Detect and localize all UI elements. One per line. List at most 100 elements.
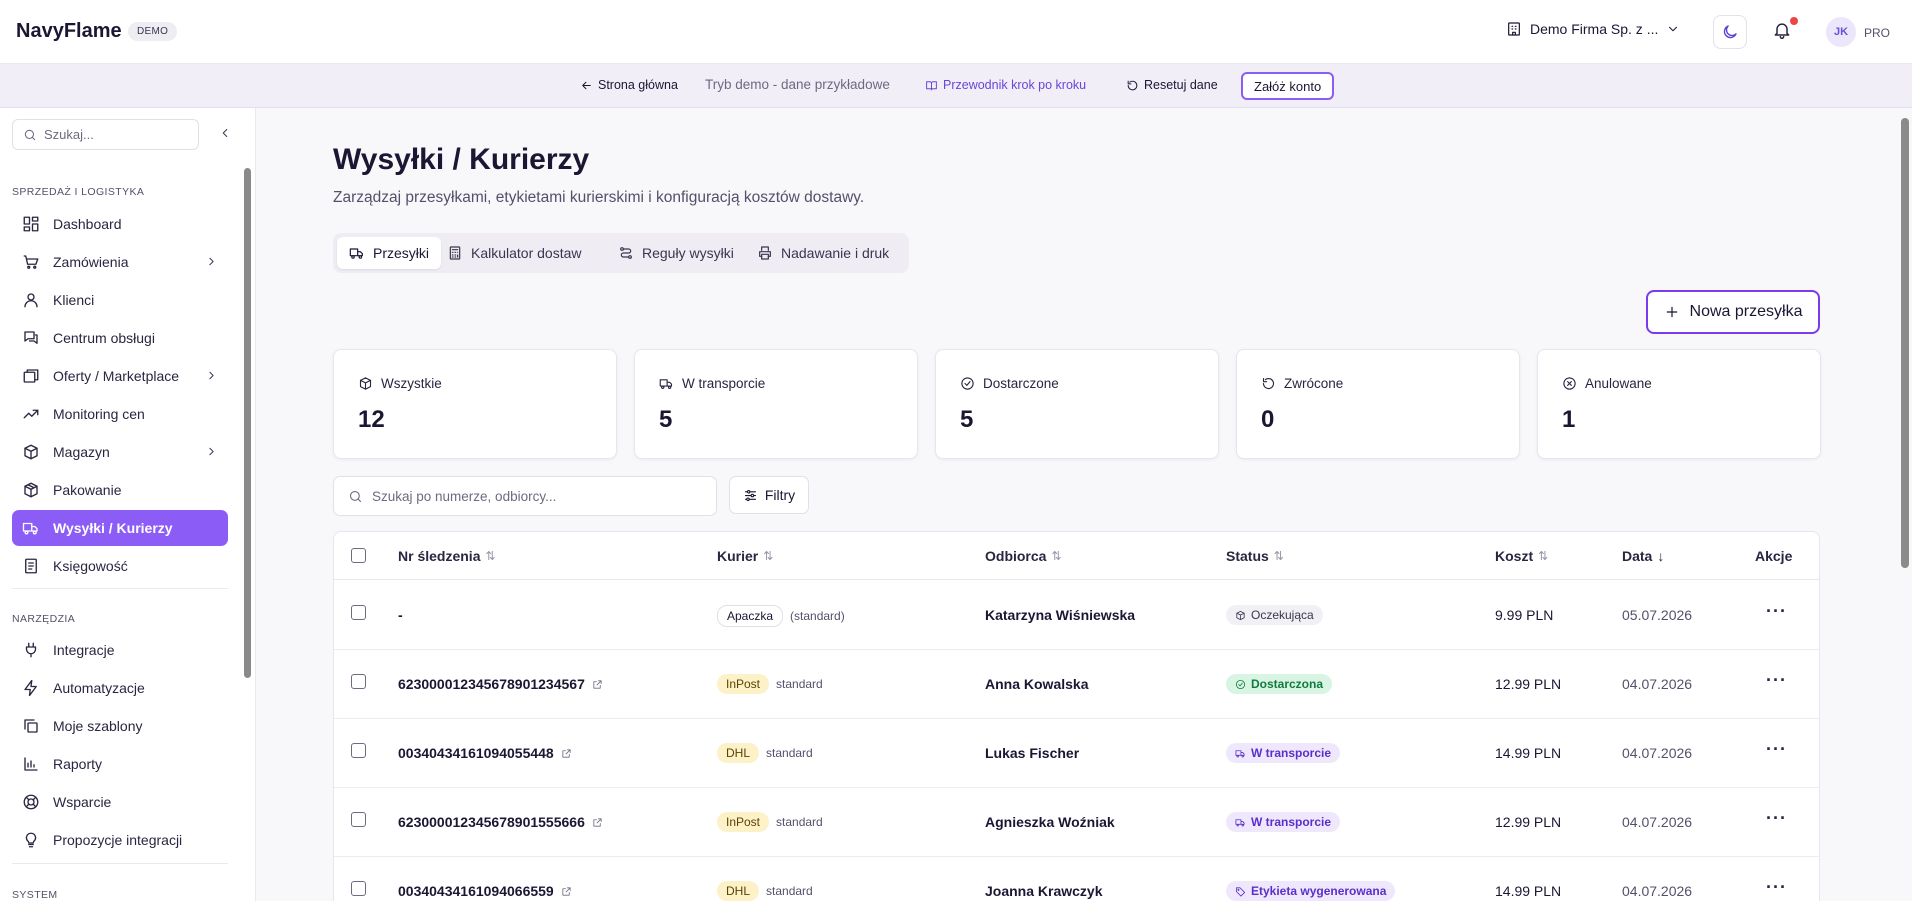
create-account-button[interactable]: Załóż konto <box>1241 72 1335 100</box>
sidebar-item-automations[interactable]: Automatyzacje <box>12 670 228 706</box>
sidebar-item-templates[interactable]: Moje szablony <box>12 708 228 744</box>
stat-card-delivered[interactable]: Dostarczone 5 <box>935 349 1219 459</box>
truck-icon <box>1235 748 1246 759</box>
chart-icon <box>22 755 40 773</box>
sidebar-item-offers[interactable]: Oferty / Marketplace <box>12 358 228 394</box>
column-cost[interactable]: Koszt ⇅ <box>1495 548 1548 564</box>
table-row[interactable]: - Apaczka (standard) Katarzyna Wiśniewsk… <box>334 581 1819 650</box>
plug-icon <box>22 641 40 659</box>
stat-card-in-transit[interactable]: W transporcie 5 <box>634 349 918 459</box>
sidebar-scrollbar[interactable] <box>244 168 251 678</box>
plus-icon <box>1664 304 1680 320</box>
cost-value: 14.99 PLN <box>1495 883 1562 899</box>
sidebar-item-label: Propozycje integracji <box>53 832 183 848</box>
sidebar-item-label: Raporty <box>53 756 103 772</box>
column-status[interactable]: Status ⇅ <box>1226 548 1284 564</box>
external-link-icon[interactable] <box>561 748 572 759</box>
sidebar-item-support[interactable]: Wsparcie <box>12 784 228 820</box>
stat-value: 12 <box>358 406 385 433</box>
book-icon <box>925 79 938 92</box>
main-scrollbar[interactable] <box>1901 118 1909 568</box>
row-checkbox[interactable] <box>351 743 366 758</box>
external-link-icon[interactable] <box>592 817 603 828</box>
sidebar-item-warehouse[interactable]: Magazyn <box>12 434 228 470</box>
guide-link[interactable]: Przewodnik krok po kroku <box>925 78 1086 92</box>
column-tracking[interactable]: Nr śledzenia ⇅ <box>398 548 496 564</box>
moon-icon <box>1721 23 1739 41</box>
home-link[interactable]: Strona główna <box>580 78 678 92</box>
stat-card-cancelled[interactable]: Anulowane 1 <box>1537 349 1821 459</box>
column-label: Nr śledzenia <box>398 548 481 564</box>
column-recipient[interactable]: Odbiorca ⇅ <box>985 548 1062 564</box>
service-type: standard <box>776 677 823 691</box>
filters-button[interactable]: Filtry <box>729 476 809 514</box>
shipment-search-input[interactable]: Szukaj po numerze, odbiorcy... <box>333 476 717 516</box>
stat-label: Dostarczone <box>983 376 1059 391</box>
cost-value: 12.99 PLN <box>1495 676 1562 692</box>
recipient-name: Agnieszka Woźniak <box>985 814 1115 830</box>
row-checkbox[interactable] <box>351 881 366 896</box>
theme-toggle-button[interactable] <box>1713 15 1747 49</box>
recipient-name: Joanna Krawczyk <box>985 883 1103 899</box>
row-checkbox[interactable] <box>351 605 366 620</box>
reset-data-button[interactable]: Resetuj dane <box>1126 78 1218 92</box>
tab-label: Kalkulator dostaw <box>471 245 582 261</box>
tracking-number[interactable]: 00340434161094066559 <box>398 883 572 899</box>
column-label: Data <box>1622 548 1653 564</box>
truck-icon <box>349 245 365 261</box>
sidebar-item-support-center[interactable]: Centrum obsługi <box>12 320 228 356</box>
tracking-number[interactable]: 00340434161094055448 <box>398 745 572 761</box>
new-shipment-button[interactable]: Nowa przesyłka <box>1646 290 1820 334</box>
sidebar-item-integration-proposals[interactable]: Propozycje integracji <box>12 822 228 858</box>
tab-label: Reguły wysyłki <box>642 245 734 261</box>
tab-dispatch-print[interactable]: Nadawanie i druk <box>745 237 901 269</box>
table-row[interactable]: 00340434161094055448 DHL standard Lukas … <box>334 719 1819 788</box>
tracking-number[interactable]: 623000012345678901234567 <box>398 676 603 692</box>
sort-icon: ⇅ <box>1273 549 1284 563</box>
column-date[interactable]: Data ↓ <box>1622 548 1664 564</box>
column-courier[interactable]: Kurier ⇅ <box>717 548 773 564</box>
row-actions-button[interactable]: ··· <box>1766 739 1787 760</box>
external-link-icon[interactable] <box>561 886 572 897</box>
avatar[interactable]: JK <box>1826 17 1856 47</box>
sidebar-item-packing[interactable]: Pakowanie <box>12 472 228 508</box>
row-actions-button[interactable]: ··· <box>1766 601 1787 622</box>
table-row[interactable]: 00340434161094066559 DHL standard Joanna… <box>334 857 1819 901</box>
status-badge: Dostarczona <box>1226 674 1333 694</box>
tab-shipping-rules[interactable]: Reguły wysyłki <box>606 237 746 269</box>
tab-delivery-calculator[interactable]: Kalkulator dostaw <box>435 237 594 269</box>
recipient-name: Anna Kowalska <box>985 676 1089 692</box>
stat-value: 0 <box>1261 406 1275 433</box>
sidebar-item-shipping[interactable]: Wysyłki / Kurierzy <box>12 510 228 546</box>
sidebar-item-accounting[interactable]: Księgowość <box>12 548 228 584</box>
row-checkbox[interactable] <box>351 812 366 827</box>
sidebar-item-clients[interactable]: Klienci <box>12 282 228 318</box>
sliders-icon <box>743 488 758 503</box>
sidebar-search-input[interactable]: Szukaj... <box>12 119 199 150</box>
tracking-text: 623000012345678901234567 <box>398 676 585 692</box>
sidebar-item-reports[interactable]: Raporty <box>12 746 228 782</box>
row-checkbox[interactable] <box>351 674 366 689</box>
home-link-label: Strona główna <box>598 78 678 92</box>
stat-card-all[interactable]: Wszystkie 12 <box>333 349 617 459</box>
sidebar-item-orders[interactable]: Zamówienia <box>12 244 228 280</box>
table-row[interactable]: 623000012345678901555666 InPost standard… <box>334 788 1819 857</box>
sidebar-item-price-monitoring[interactable]: Monitoring cen <box>12 396 228 432</box>
row-actions-button[interactable]: ··· <box>1766 877 1787 898</box>
tab-shipments[interactable]: Przesyłki <box>337 237 442 269</box>
company-selector[interactable]: Demo Firma Sp. z ... <box>1506 21 1680 37</box>
external-link-icon[interactable] <box>592 679 603 690</box>
sort-desc-icon: ↓ <box>1657 548 1665 564</box>
brand-logo[interactable]: NavyFlame <box>16 20 122 43</box>
row-actions-button[interactable]: ··· <box>1766 670 1787 691</box>
notifications-button[interactable] <box>1772 20 1792 40</box>
stat-card-returned[interactable]: Zwrócone 0 <box>1236 349 1520 459</box>
column-label: Akcje <box>1755 548 1793 564</box>
collapse-sidebar-button[interactable] <box>218 126 232 140</box>
sidebar-item-integrations[interactable]: Integracje <box>12 632 228 668</box>
table-row[interactable]: 623000012345678901234567 InPost standard… <box>334 650 1819 719</box>
select-all-checkbox[interactable] <box>351 548 366 563</box>
tracking-number[interactable]: 623000012345678901555666 <box>398 814 603 830</box>
row-actions-button[interactable]: ··· <box>1766 808 1787 829</box>
sidebar-item-dashboard[interactable]: Dashboard <box>12 206 228 242</box>
